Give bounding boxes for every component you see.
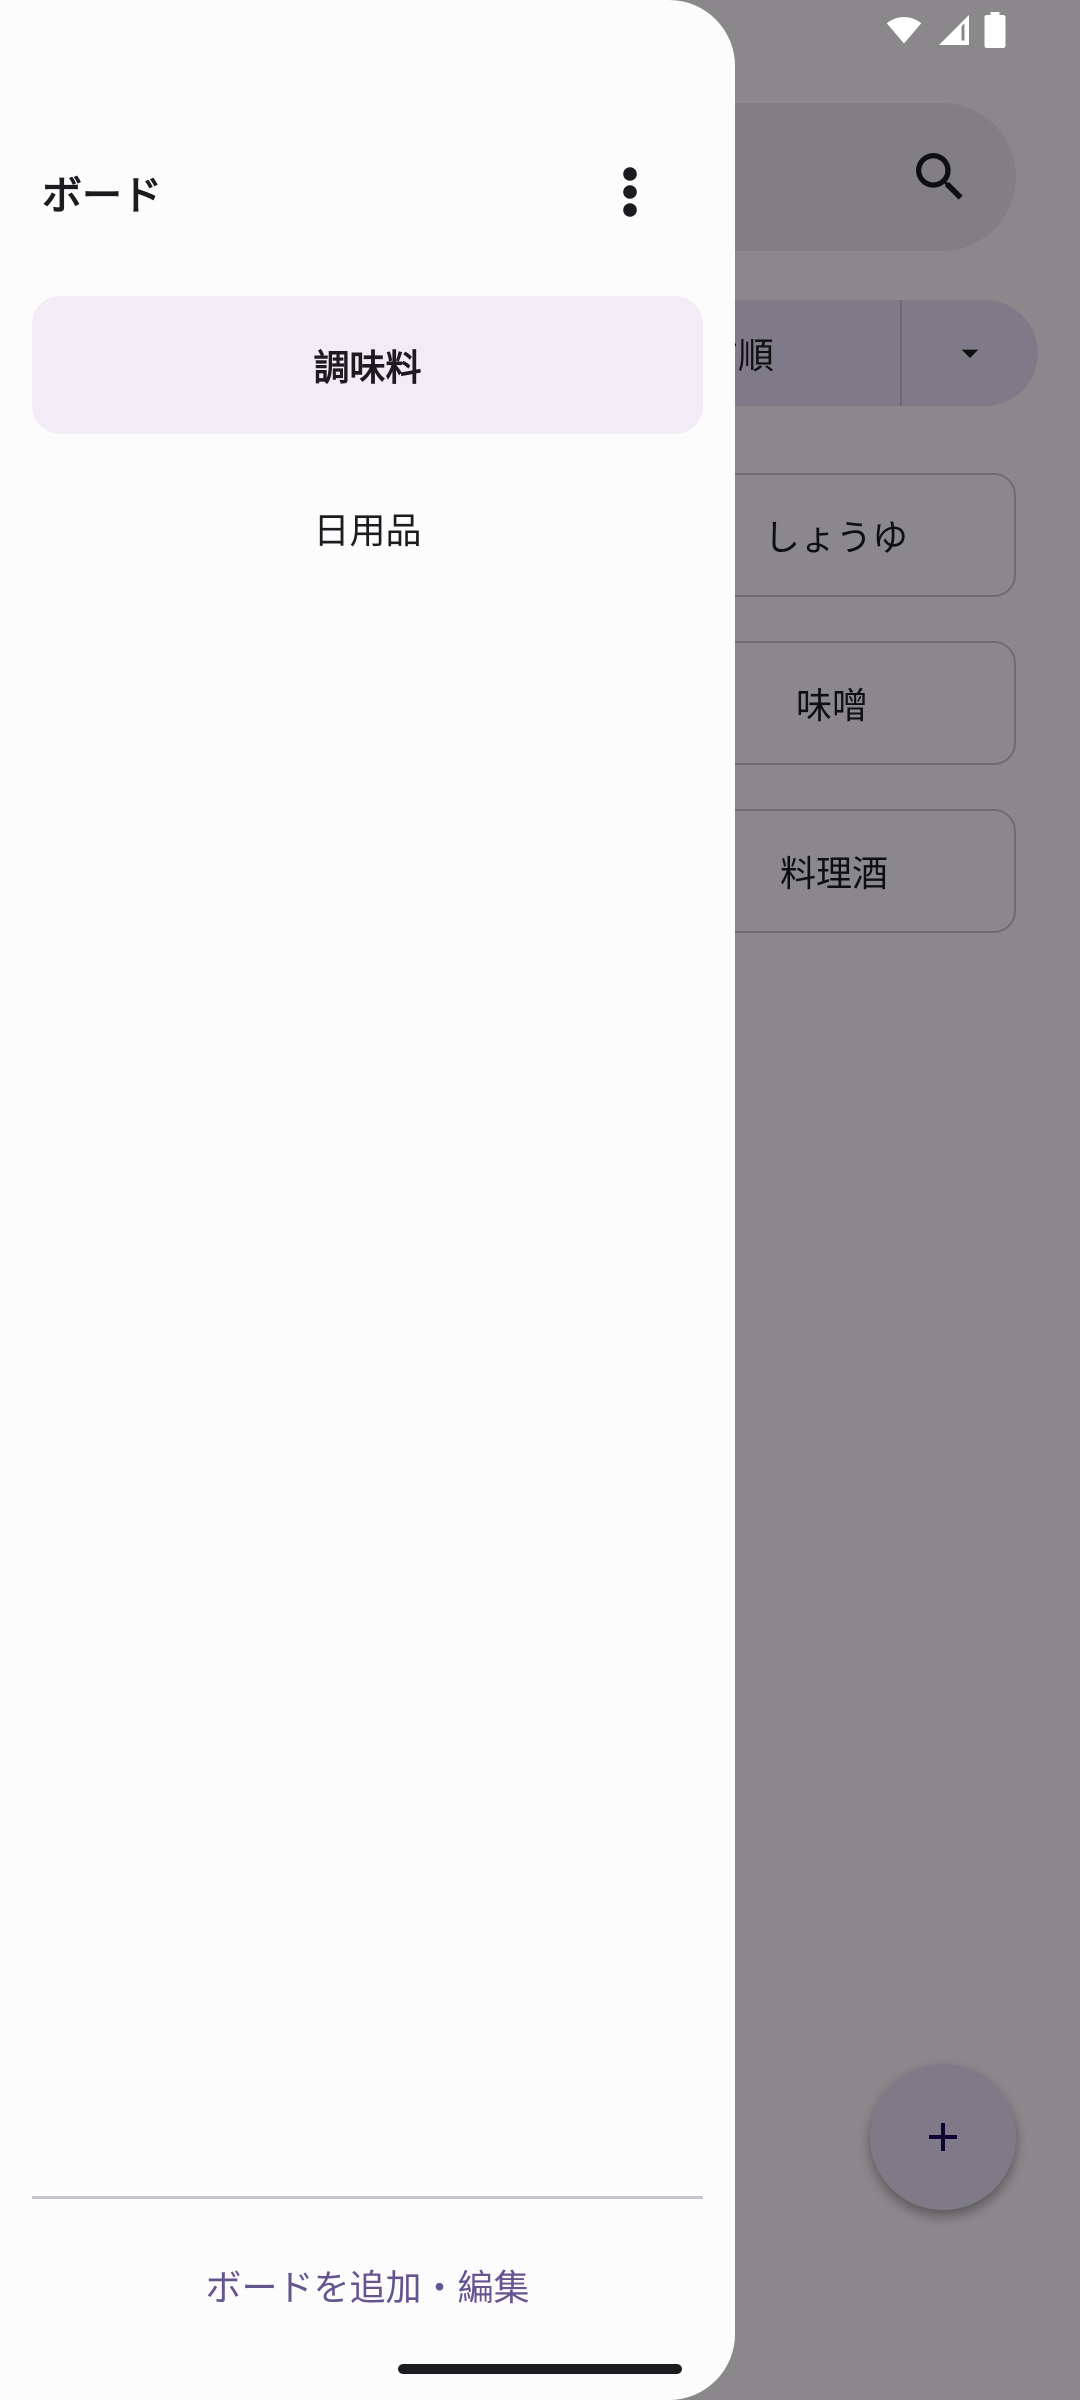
drawer-item-label: 調味料 [313,348,422,389]
navigation-drawer: ボード 調味料 日用品 ボードを追加・編集 [0,0,735,2400]
drawer-item-daily-goods[interactable]: 日用品 [32,459,703,597]
battery-icon [984,12,1006,48]
gesture-navigation-bar[interactable] [398,2364,682,2374]
more-vertical-icon [623,167,637,217]
drawer-header: ボード [0,140,735,244]
wifi-icon [886,17,922,44]
more-options-button[interactable] [590,152,670,232]
add-edit-boards-button[interactable]: ボードを追加・編集 [32,2230,703,2340]
cellular-signal-icon [939,15,969,45]
drawer-item-label: 日用品 [313,511,422,552]
drawer-divider [32,2196,703,2199]
drawer-title: ボード [42,173,162,219]
drawer-item-seasonings[interactable]: 調味料 [32,296,703,434]
